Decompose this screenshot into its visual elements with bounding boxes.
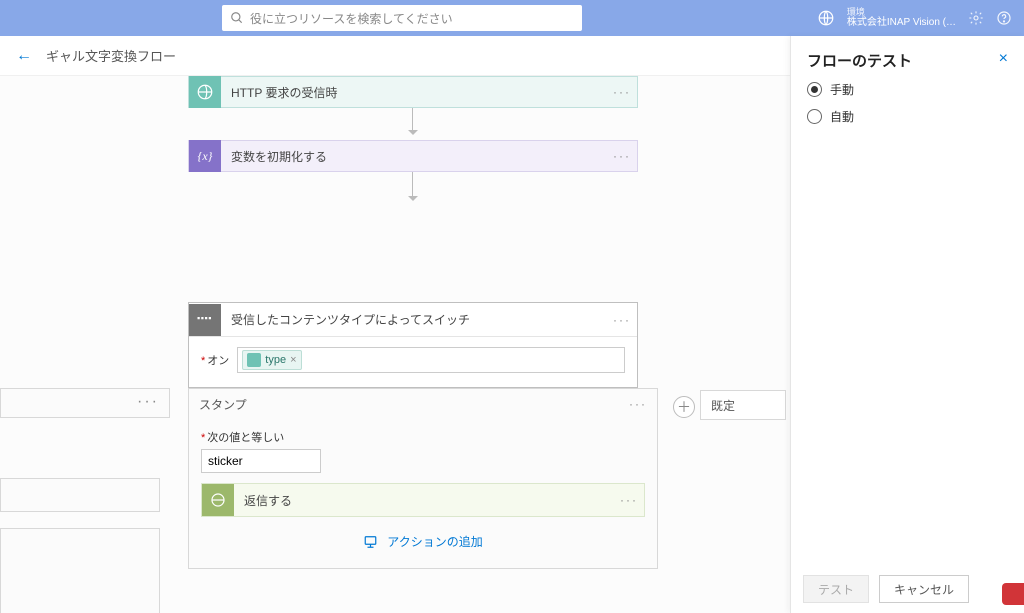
card-init-variable[interactable]: {x} 変数を初期化する ··· (188, 140, 638, 172)
top-header: 役に立つリソースを検索してください 環境 株式会社INAP Vision (… (0, 0, 1024, 36)
case-stamp-body: *次の値と等しい 返信する ··· アクションの追加 (189, 419, 657, 568)
help-icon[interactable] (996, 10, 1012, 26)
token-text: type (265, 354, 286, 366)
feedback-widget[interactable] (1002, 583, 1024, 605)
radio-manual[interactable]: 手動 (807, 81, 1008, 98)
case-left-partial-header[interactable]: ··· (0, 388, 170, 418)
card-http-trigger[interactable]: HTTP 要求の受信時 ··· (188, 76, 638, 108)
add-case-button[interactable]: ＋ (673, 396, 695, 418)
add-action-icon (363, 535, 381, 549)
card-http-menu[interactable]: ··· (607, 85, 637, 99)
add-action-label: アクションの追加 (387, 533, 482, 550)
search-icon (230, 11, 244, 25)
variable-icon: {x} (189, 140, 221, 172)
card-http-title: HTTP 要求の受信時 (221, 84, 607, 101)
test-panel-body: 手動 自動 (791, 81, 1024, 135)
radio-auto-label: 自動 (830, 108, 854, 125)
environment-icon (817, 9, 835, 27)
env-name: 株式会社INAP Vision (… (847, 17, 956, 28)
environment-text[interactable]: 環境 株式会社INAP Vision (… (847, 8, 956, 29)
close-icon[interactable]: × (999, 50, 1008, 68)
card-switch[interactable]: 受信したコンテンツタイプによってスイッチ ··· *オン type × (188, 302, 638, 388)
connector-arrow (412, 108, 413, 140)
flow-title: ギャル文字変換フロー (46, 46, 176, 65)
card-var-menu[interactable]: ··· (607, 149, 637, 163)
action-reply-title: 返信する (234, 492, 614, 509)
reply-icon (202, 484, 234, 516)
switch-menu[interactable]: ··· (607, 313, 637, 327)
header-right: 環境 株式会社INAP Vision (… (817, 8, 1012, 29)
action-reply-menu[interactable]: ··· (614, 493, 644, 507)
test-panel-footer: テスト キャンセル (791, 565, 1024, 613)
switch-on-input[interactable]: type × (237, 347, 625, 373)
card-var-title: 変数を初期化する (221, 148, 607, 165)
token-remove-icon[interactable]: × (290, 354, 296, 366)
case-equals-input[interactable] (201, 449, 321, 473)
case-stamp-title: スタンプ (199, 396, 247, 413)
test-flow-panel: フローのテスト × 手動 自動 テスト キャンセル (790, 36, 1024, 613)
radio-auto-input[interactable] (807, 109, 822, 124)
case-equals-label: *次の値と等しい (201, 429, 645, 445)
case-left-menu[interactable]: ··· (1, 389, 169, 415)
search-input[interactable]: 役に立つリソースを検索してください (222, 5, 582, 31)
switch-title: 受信したコンテンツタイプによってスイッチ (221, 311, 607, 328)
switch-header: 受信したコンテンツタイプによってスイッチ ··· (189, 303, 637, 337)
test-panel-title: フローのテスト (807, 50, 912, 71)
search-placeholder: 役に立つリソースを検索してください (250, 10, 453, 27)
gear-icon[interactable] (968, 10, 984, 26)
case-left-partial-action[interactable] (0, 478, 160, 512)
cancel-button[interactable]: キャンセル (879, 575, 969, 603)
case-stamp[interactable]: スタンプ ··· *次の値と等しい 返信する ··· アクションの追加 (188, 388, 658, 569)
case-stamp-header: スタンプ ··· (189, 389, 657, 419)
search-wrap: 役に立つリソースを検索してください (222, 5, 582, 31)
env-label: 環境 (847, 8, 956, 18)
case-stamp-menu[interactable]: ··· (629, 397, 647, 411)
case-left-partial-body[interactable] (0, 528, 160, 613)
add-action-button[interactable]: アクションの追加 (201, 517, 645, 554)
case-default-label: 既定 (711, 397, 735, 414)
token-source-icon (247, 353, 261, 367)
connector-arrow (412, 172, 413, 206)
action-reply[interactable]: 返信する ··· (201, 483, 645, 517)
radio-manual-label: 手動 (830, 81, 854, 98)
back-arrow-icon[interactable]: ← (16, 47, 32, 65)
switch-icon (189, 304, 221, 336)
token-type[interactable]: type × (242, 350, 301, 370)
switch-on-label: *オン (201, 352, 229, 368)
test-panel-header: フローのテスト × (791, 36, 1024, 81)
test-button: テスト (803, 575, 869, 603)
radio-auto[interactable]: 自動 (807, 108, 1008, 125)
radio-manual-input[interactable] (807, 82, 822, 97)
flow-canvas: HTTP 要求の受信時 ··· {x} 変数を初期化する ··· 受信したコンテ… (0, 76, 790, 613)
case-default[interactable]: 既定 (700, 390, 786, 420)
http-icon (189, 76, 221, 108)
switch-body: *オン type × (189, 337, 637, 387)
